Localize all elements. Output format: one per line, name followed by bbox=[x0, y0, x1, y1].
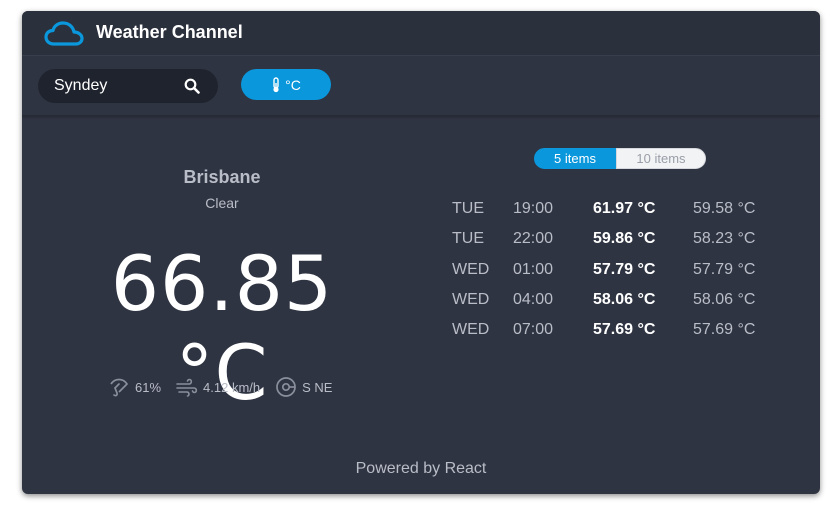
forecast-time: 22:00 bbox=[513, 230, 554, 248]
humidity-stat: 61% bbox=[107, 375, 161, 399]
forecast-day: WED bbox=[452, 291, 490, 309]
wind-icon bbox=[176, 378, 198, 397]
forecast-row: TUE 19:00 61.97 °C 59.58 °C bbox=[452, 194, 773, 224]
forecast-time: 01:00 bbox=[513, 260, 554, 278]
forecast-row: WED 04:00 58.06 °C 58.06 °C bbox=[452, 285, 773, 315]
app-title: Weather Channel bbox=[96, 22, 243, 42]
forecast-high: 57.69 °C bbox=[593, 321, 656, 339]
wind-direction-value: S NE bbox=[302, 379, 333, 395]
search-box bbox=[38, 69, 218, 103]
forecast-time: 04:00 bbox=[513, 291, 554, 309]
weather-card: Weather Channel °C Brisbane Clear 66.85 … bbox=[22, 11, 820, 494]
footer-credit: Powered by React bbox=[355, 460, 487, 477]
forecast-day: TUE bbox=[452, 230, 484, 248]
weather-stats: 61% 4.12 km/h S NE bbox=[107, 375, 346, 399]
wind-speed-stat: 4.12 km/h bbox=[175, 375, 260, 399]
forecast-low: 59.58 °C bbox=[693, 200, 756, 218]
wind-speed-value: 4.12 km/h bbox=[203, 379, 261, 395]
city-search-input[interactable] bbox=[54, 69, 178, 103]
humidity-value: 61% bbox=[135, 379, 162, 395]
forecast-day: TUE bbox=[452, 200, 484, 218]
forecast-low: 58.23 °C bbox=[693, 230, 756, 248]
forecast-day: WED bbox=[452, 260, 490, 278]
forecast-count-toggle: 5 items 10 items bbox=[534, 148, 706, 169]
forecast-day: WED bbox=[452, 321, 490, 339]
forecast-high: 58.06 °C bbox=[593, 291, 656, 309]
five-items-button[interactable]: 5 items bbox=[534, 148, 616, 169]
forecast-low: 57.69 °C bbox=[693, 321, 756, 339]
forecast-table: TUE 19:00 61.97 °C 59.58 °C TUE 22:00 59… bbox=[452, 194, 773, 345]
forecast-row: WED 01:00 57.79 °C 57.79 °C bbox=[452, 255, 773, 285]
forecast-low: 57.79 °C bbox=[693, 260, 756, 278]
cloud-icon bbox=[44, 21, 84, 46]
forecast-row: TUE 22:00 59.86 °C 58.23 °C bbox=[452, 224, 773, 254]
unit-toggle-button[interactable]: °C bbox=[241, 69, 331, 100]
forecast-time: 19:00 bbox=[513, 200, 554, 218]
forecast-high: 59.86 °C bbox=[593, 230, 656, 248]
forecast-high: 61.97 °C bbox=[593, 200, 656, 218]
thermometer-icon bbox=[273, 76, 279, 92]
umbrella-icon bbox=[110, 378, 128, 397]
ten-items-button[interactable]: 10 items bbox=[616, 148, 706, 169]
weather-condition: Clear bbox=[205, 195, 239, 211]
forecast-time: 07:00 bbox=[513, 321, 554, 339]
city-name: Brisbane bbox=[183, 167, 261, 187]
unit-label: °C bbox=[285, 76, 301, 93]
forecast-high: 57.79 °C bbox=[593, 260, 656, 278]
wind-direction-stat: S NE bbox=[274, 375, 332, 399]
forecast-row: WED 07:00 57.69 °C 57.69 °C bbox=[452, 315, 773, 345]
toolbar: °C bbox=[22, 56, 820, 116]
forecast-low: 58.06 °C bbox=[693, 291, 756, 309]
compass-icon bbox=[276, 377, 296, 397]
app-header: Weather Channel bbox=[22, 11, 820, 56]
search-icon[interactable] bbox=[184, 78, 200, 94]
